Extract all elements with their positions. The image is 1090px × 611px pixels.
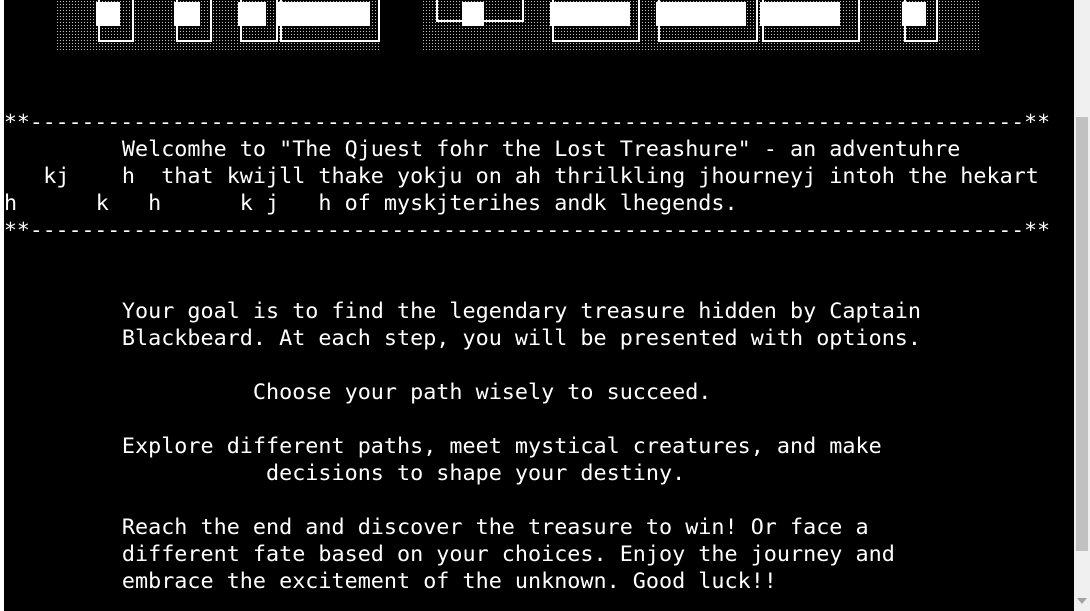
chevron-down-icon[interactable] — [1077, 598, 1087, 604]
intro-line-5: decisions to shape your destiny. — [4, 461, 686, 486]
intro-line-6: Reach the end and discover the treasure … — [4, 515, 869, 540]
intro-line-7: different fate based on your choices. En… — [4, 542, 895, 567]
separator-top: **--------------------------------------… — [4, 110, 1050, 134]
separator-bottom: **--------------------------------------… — [4, 218, 1050, 242]
scrollbar-thumb[interactable] — [1076, 117, 1088, 551]
intro-line-3: Choose your path wisely to succeed. — [4, 380, 712, 405]
ascii-art-banner — [4, 0, 1074, 56]
intro-line-8: embrace the excitement of the unknown. G… — [4, 569, 777, 594]
intro-line-2: Blackbeard. At each step, you will be pr… — [4, 326, 921, 351]
welcome-line-1: Welcomhe to "The Qjuest fohr the Lost Tr… — [4, 137, 961, 162]
intro-line-1: Your goal is to find the legendary treas… — [4, 299, 921, 324]
terminal-window: **--------------------------------------… — [4, 0, 1074, 611]
welcome-line-2: kj h that kwijll thake yokju on ah thril… — [4, 164, 1039, 189]
welcome-line-3: h k h k j h of myskjterihes andk lhegend… — [4, 191, 738, 216]
intro-line-4: Explore different paths, meet mystical c… — [4, 434, 882, 459]
